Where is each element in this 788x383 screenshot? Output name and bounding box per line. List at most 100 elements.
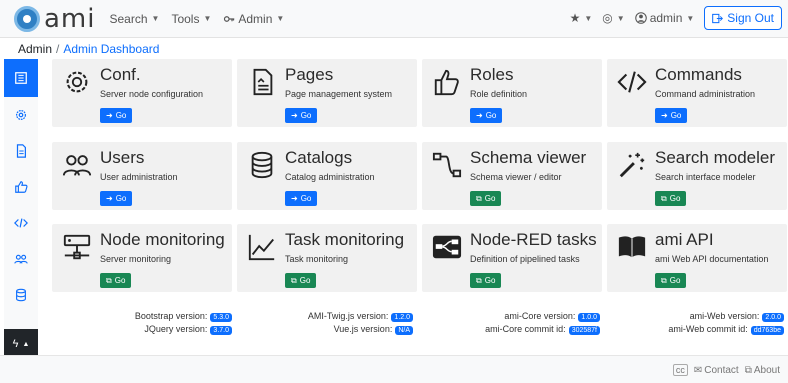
go-button[interactable]: ➜ Go [285,191,318,206]
sidebar-item-catalogs[interactable] [4,277,38,313]
menu-admin-label: Admin [238,11,273,26]
arrow-right-circle-icon: ➜ [476,111,483,120]
favorites-menu[interactable]: ★ ▼ [570,11,593,25]
go-button[interactable]: ➜ Go [285,108,318,123]
caret-down-icon: ▼ [276,14,285,23]
user-menu[interactable]: admin ▼ [634,11,694,25]
go-button[interactable]: ⧉ Go [100,273,132,288]
card-title: Schema viewer [470,148,587,167]
key-icon [224,15,235,22]
version-badge: 3.7.0 [210,326,232,335]
breadcrumb: Admin / Admin Dashboard [18,42,159,56]
version-label: ami-Web version: [689,311,760,321]
nav-menu: Search ▼ Tools ▼ Admin ▼ [109,12,296,26]
version-label: JQuery version: [144,324,208,334]
sidebar-item-roles[interactable] [4,169,38,205]
version-badge: 1.0.0 [578,313,600,322]
hand-thumbs-up-icon [434,69,459,96]
box-arrow-up-right-icon: ⧉ [106,275,112,285]
logo-text: ami [44,3,96,34]
go-label: Go [114,276,126,285]
user-circle-icon [634,12,647,24]
card-title: Roles [470,65,514,84]
version-label: ami-Web commit id: [668,324,748,334]
card-description: Page management system [285,89,393,99]
card-commands: Commands Command administration ➜ Go [607,59,787,127]
version-label: AMI-Twig.js version: [307,311,389,321]
sign-out-icon [712,13,724,23]
about-link[interactable]: About [754,365,780,376]
go-button[interactable]: ⧉ Go [285,273,317,288]
go-button[interactable]: ➜ Go [655,108,688,123]
top-navbar: ami Search ▼ Tools ▼ Admin ▼ ★ ▼ ◎ ▼ admin… [0,0,788,38]
caret-down-icon: ▼ [203,14,212,23]
card-conf: Conf. Server node configuration ➜ Go [52,59,232,127]
book-icon [618,236,646,258]
cc-license-icon[interactable]: cc [672,364,688,376]
menu-tools[interactable]: Tools ▼ [171,12,211,26]
arrow-right-circle-icon: ➜ [291,111,298,120]
go-button[interactable]: ⧉ Go [655,191,687,206]
card-description: Task monitoring [285,254,349,264]
card-description: Server node configuration [100,89,204,99]
go-label: Go [300,194,312,203]
ami-logo[interactable]: ami [14,4,95,34]
card-description: Command administration [655,89,756,99]
graph-up-icon [248,234,275,261]
go-button[interactable]: ⧉ Go [470,273,502,288]
footer-links: cc ✉ Contact ⧉ About [667,364,780,376]
caret-down-icon: ▼ [584,13,593,23]
card-pages: Pages Page management system ➜ Go [237,59,417,127]
code-icon [14,218,28,228]
card-description: ami Web API documentation [655,254,769,264]
go-label: Go [485,111,497,120]
version-label: Bootstrap version: [134,311,208,321]
ami-logo-icon [14,5,40,32]
sidebar-item-dashboard[interactable] [4,59,38,97]
sidebar-item-commands[interactable] [4,205,38,241]
contact-link[interactable]: Contact [704,365,738,376]
sidebar-item-users[interactable] [4,241,38,277]
sidebar-item-pages[interactable] [4,133,38,169]
go-label: Go [115,111,127,120]
star-icon: ★ [569,11,581,25]
go-button[interactable]: ➜ Go [100,191,133,206]
box-arrow-up-right-icon: ⧉ [661,275,667,285]
go-button[interactable]: ⧉ Go [655,273,687,288]
menu-admin[interactable]: Admin ▼ [223,12,284,26]
card-title: Pages [285,65,334,84]
help-menu[interactable]: ◎ ▼ [602,11,624,25]
gear-icon [66,71,88,93]
box-arrow-up-right-icon: ⧉ [291,275,297,285]
arrow-right-circle-icon: ➜ [106,194,113,203]
go-button[interactable]: ⧉ Go [470,191,502,206]
node-red-icon [432,235,462,259]
twig-version: AMI-Twig.js version: 1.2.0 [308,311,413,322]
card-title: Commands [655,65,742,84]
card-task-monitoring: Task monitoring Task monitoring ⧉ Go [237,224,417,292]
card-roles: Roles Role definition ➜ Go [422,59,602,127]
caret-up-icon: ▲ [22,340,30,348]
caret-down-icon: ▼ [151,14,160,23]
menu-search[interactable]: Search ▼ [109,12,159,26]
nav-right: ★ ▼ ◎ ▼ admin ▼ Sign Out [570,6,782,30]
card-node-red-tasks: Node-RED tasks Definition of pipelined t… [422,224,602,292]
card-description: Role definition [470,89,528,99]
go-label: Go [299,276,311,285]
version-label: ami-Core version: [504,311,576,321]
breadcrumb-current[interactable]: Admin Dashboard [63,42,159,56]
sign-out-button[interactable]: Sign Out [704,6,782,30]
go-label: Go [115,194,127,203]
breadcrumb-root[interactable]: Admin [18,42,52,56]
sidebar-item-conf[interactable] [4,97,38,133]
go-button[interactable]: ➜ Go [100,108,133,123]
box-arrow-up-right-icon: ⧉ [744,364,752,376]
arrow-right-circle-icon: ➜ [106,111,113,120]
card-title: Node-RED tasks [470,230,597,249]
card-description: Catalog administration [285,172,375,182]
hdd-network-icon [63,234,91,260]
gear-icon [16,110,26,120]
go-button[interactable]: ➜ Go [470,108,503,123]
sidebar [4,59,38,359]
envelope-icon: ✉ [693,364,703,376]
